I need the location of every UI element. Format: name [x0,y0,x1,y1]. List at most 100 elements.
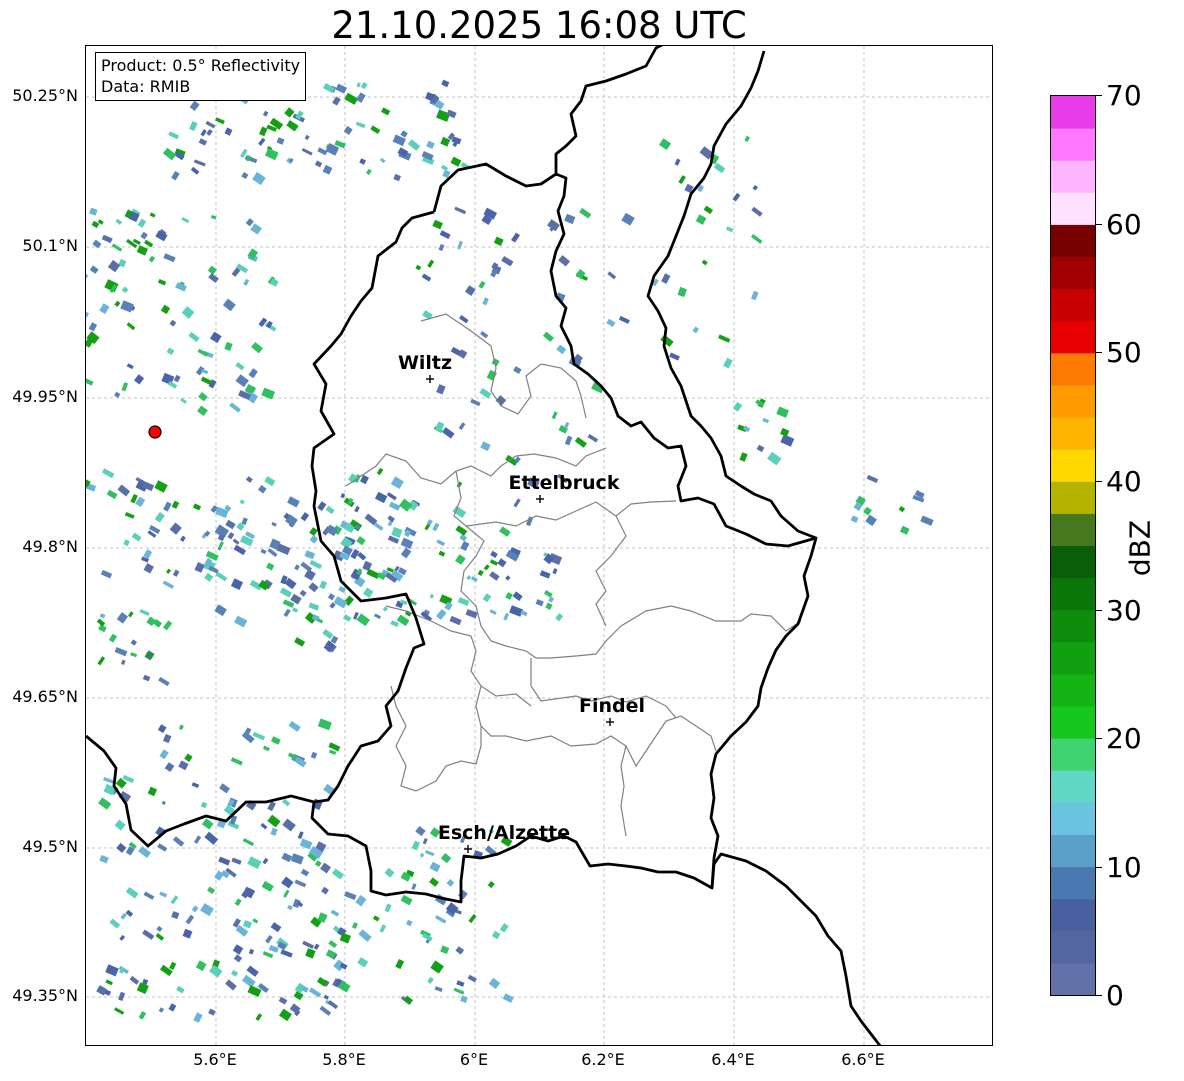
radar-echo-pixel [395,959,405,970]
radar-echo-pixel [455,525,468,536]
colorbar-segment [1051,930,1095,964]
radar-echo-pixel [271,521,277,527]
radar-echo-pixel [456,980,465,987]
radar-echo-pixel [356,92,366,103]
radar-echo-pixel [292,607,299,613]
radar-echo-pixel [920,515,934,526]
radar-echo-pixel [191,905,199,913]
city-label-wiltz: Wiltz [398,352,452,374]
radar-echo-pixel [319,580,328,590]
radar-echo-pixel [400,894,413,906]
radar-echo-pixel [120,300,134,313]
radar-echo-pixel [217,541,224,551]
lat-label-49-95: 49.95°N [12,387,78,406]
radar-echo-pixel [343,125,353,135]
radar-echo-pixel [171,171,180,181]
colorbar-tick-70 [1096,95,1102,96]
radar-echo-pixel [180,397,187,404]
radar-echo-pixel [195,960,207,972]
radar-echo-pixel [370,125,381,134]
radar-echo-pixel [387,515,395,523]
radar-echo-pixel [192,503,202,511]
radar-echo-pixel [126,322,136,331]
radar-echo-pixel [386,492,397,501]
radar-echo-pixel [162,620,173,631]
radar-echo-pixel [100,569,113,579]
radar-echo-pixel [535,599,544,607]
border-luxembourg-west [310,162,818,904]
radar-echo-pixel [234,615,248,628]
radar-echo-pixel [439,230,451,240]
radar-echo-pixel [374,522,384,531]
radar-echo-pixel [227,532,235,540]
radar-echo-pixel [158,1007,165,1013]
radar-echo-pixel [442,427,455,439]
radar-echo-pixel [242,920,252,929]
radar-echo-pixel [278,1008,292,1022]
radar-echo-pixel [440,945,450,955]
radar-echo-pixel [154,511,165,523]
radar-echo-pixel [739,452,748,462]
radar-echo-pixel [513,498,521,508]
radar-echo-pixel [358,929,372,942]
radar-echo-pixel [114,819,126,831]
radar-echo-pixel [137,218,147,228]
radar-echo-pixel [99,613,106,619]
lat-label-49-8: 49.8°N [22,537,78,556]
radar-echo-pixel [288,720,301,732]
colorbar-segment [1051,802,1095,835]
radar-echo-pixel [460,995,468,1004]
colorbar-segment [1051,449,1095,482]
radar-echo-pixel [284,107,295,118]
radar-echo-pixel [219,783,230,794]
colorbar-segment [1051,320,1095,354]
radar-echo-pixel [283,608,291,618]
radar-echo-pixel [320,862,332,874]
radar-echo-pixel [231,857,242,865]
radar-echo-pixel [505,592,513,600]
border-south [710,852,882,1045]
radar-echo-pixel [121,382,129,392]
radar-echo-pixel [322,164,333,175]
radar-map[interactable]: Wiltz Ettelbruck Findel Esch/Alzette Pro… [85,45,993,1046]
radar-echo-pixel [287,904,293,911]
radar-echo-pixel [267,814,281,828]
radar-echo-pixel [382,606,388,612]
radar-echo-pixel [231,970,239,977]
radar-echo-pixel [660,334,674,347]
radar-echo-pixel [108,633,118,643]
radar-echo-pixel [359,158,366,165]
radar-echo-pixel [281,876,294,889]
canton-line-5 [595,515,627,627]
radar-echo-pixel [280,949,293,958]
radar-echo-pixel [767,451,782,466]
radar-echo-pixel [436,384,446,395]
radar-echo-pixel [512,591,523,602]
radar-echo-pixel [391,526,403,538]
radar-echo-pixel [376,467,384,476]
radar-echo-pixel [744,135,750,143]
colorbar-segment [1051,641,1095,675]
colorbar-segment [1051,352,1095,386]
colorbar-segment [1051,160,1095,193]
radar-echo-pixel [116,612,129,624]
radar-echo-pixel [400,537,414,549]
radar-echo-pixel [396,614,410,627]
radar-echo-pixel [342,614,352,622]
radar-echo-pixel [159,891,168,898]
radar-echo-pixel [225,519,236,530]
colorbar-tick-10 [1096,867,1102,868]
radar-echo-pixel [234,898,242,907]
radar-echo-pixel [548,596,555,603]
radar-echo-pixel [157,843,168,852]
radar-echo-pixel [118,991,126,1002]
radar-echo-pixel [290,853,304,865]
colorbar-tick-20 [1096,738,1102,739]
radar-echo-pixel [483,564,490,571]
radar-echo-pixel [109,918,121,929]
radar-echo-pixel [163,253,176,263]
radar-echo-pixel [313,943,320,950]
radar-echo-pixel [144,239,154,248]
colorbar-segment [1051,673,1095,707]
radar-echo-pixel [850,515,859,523]
